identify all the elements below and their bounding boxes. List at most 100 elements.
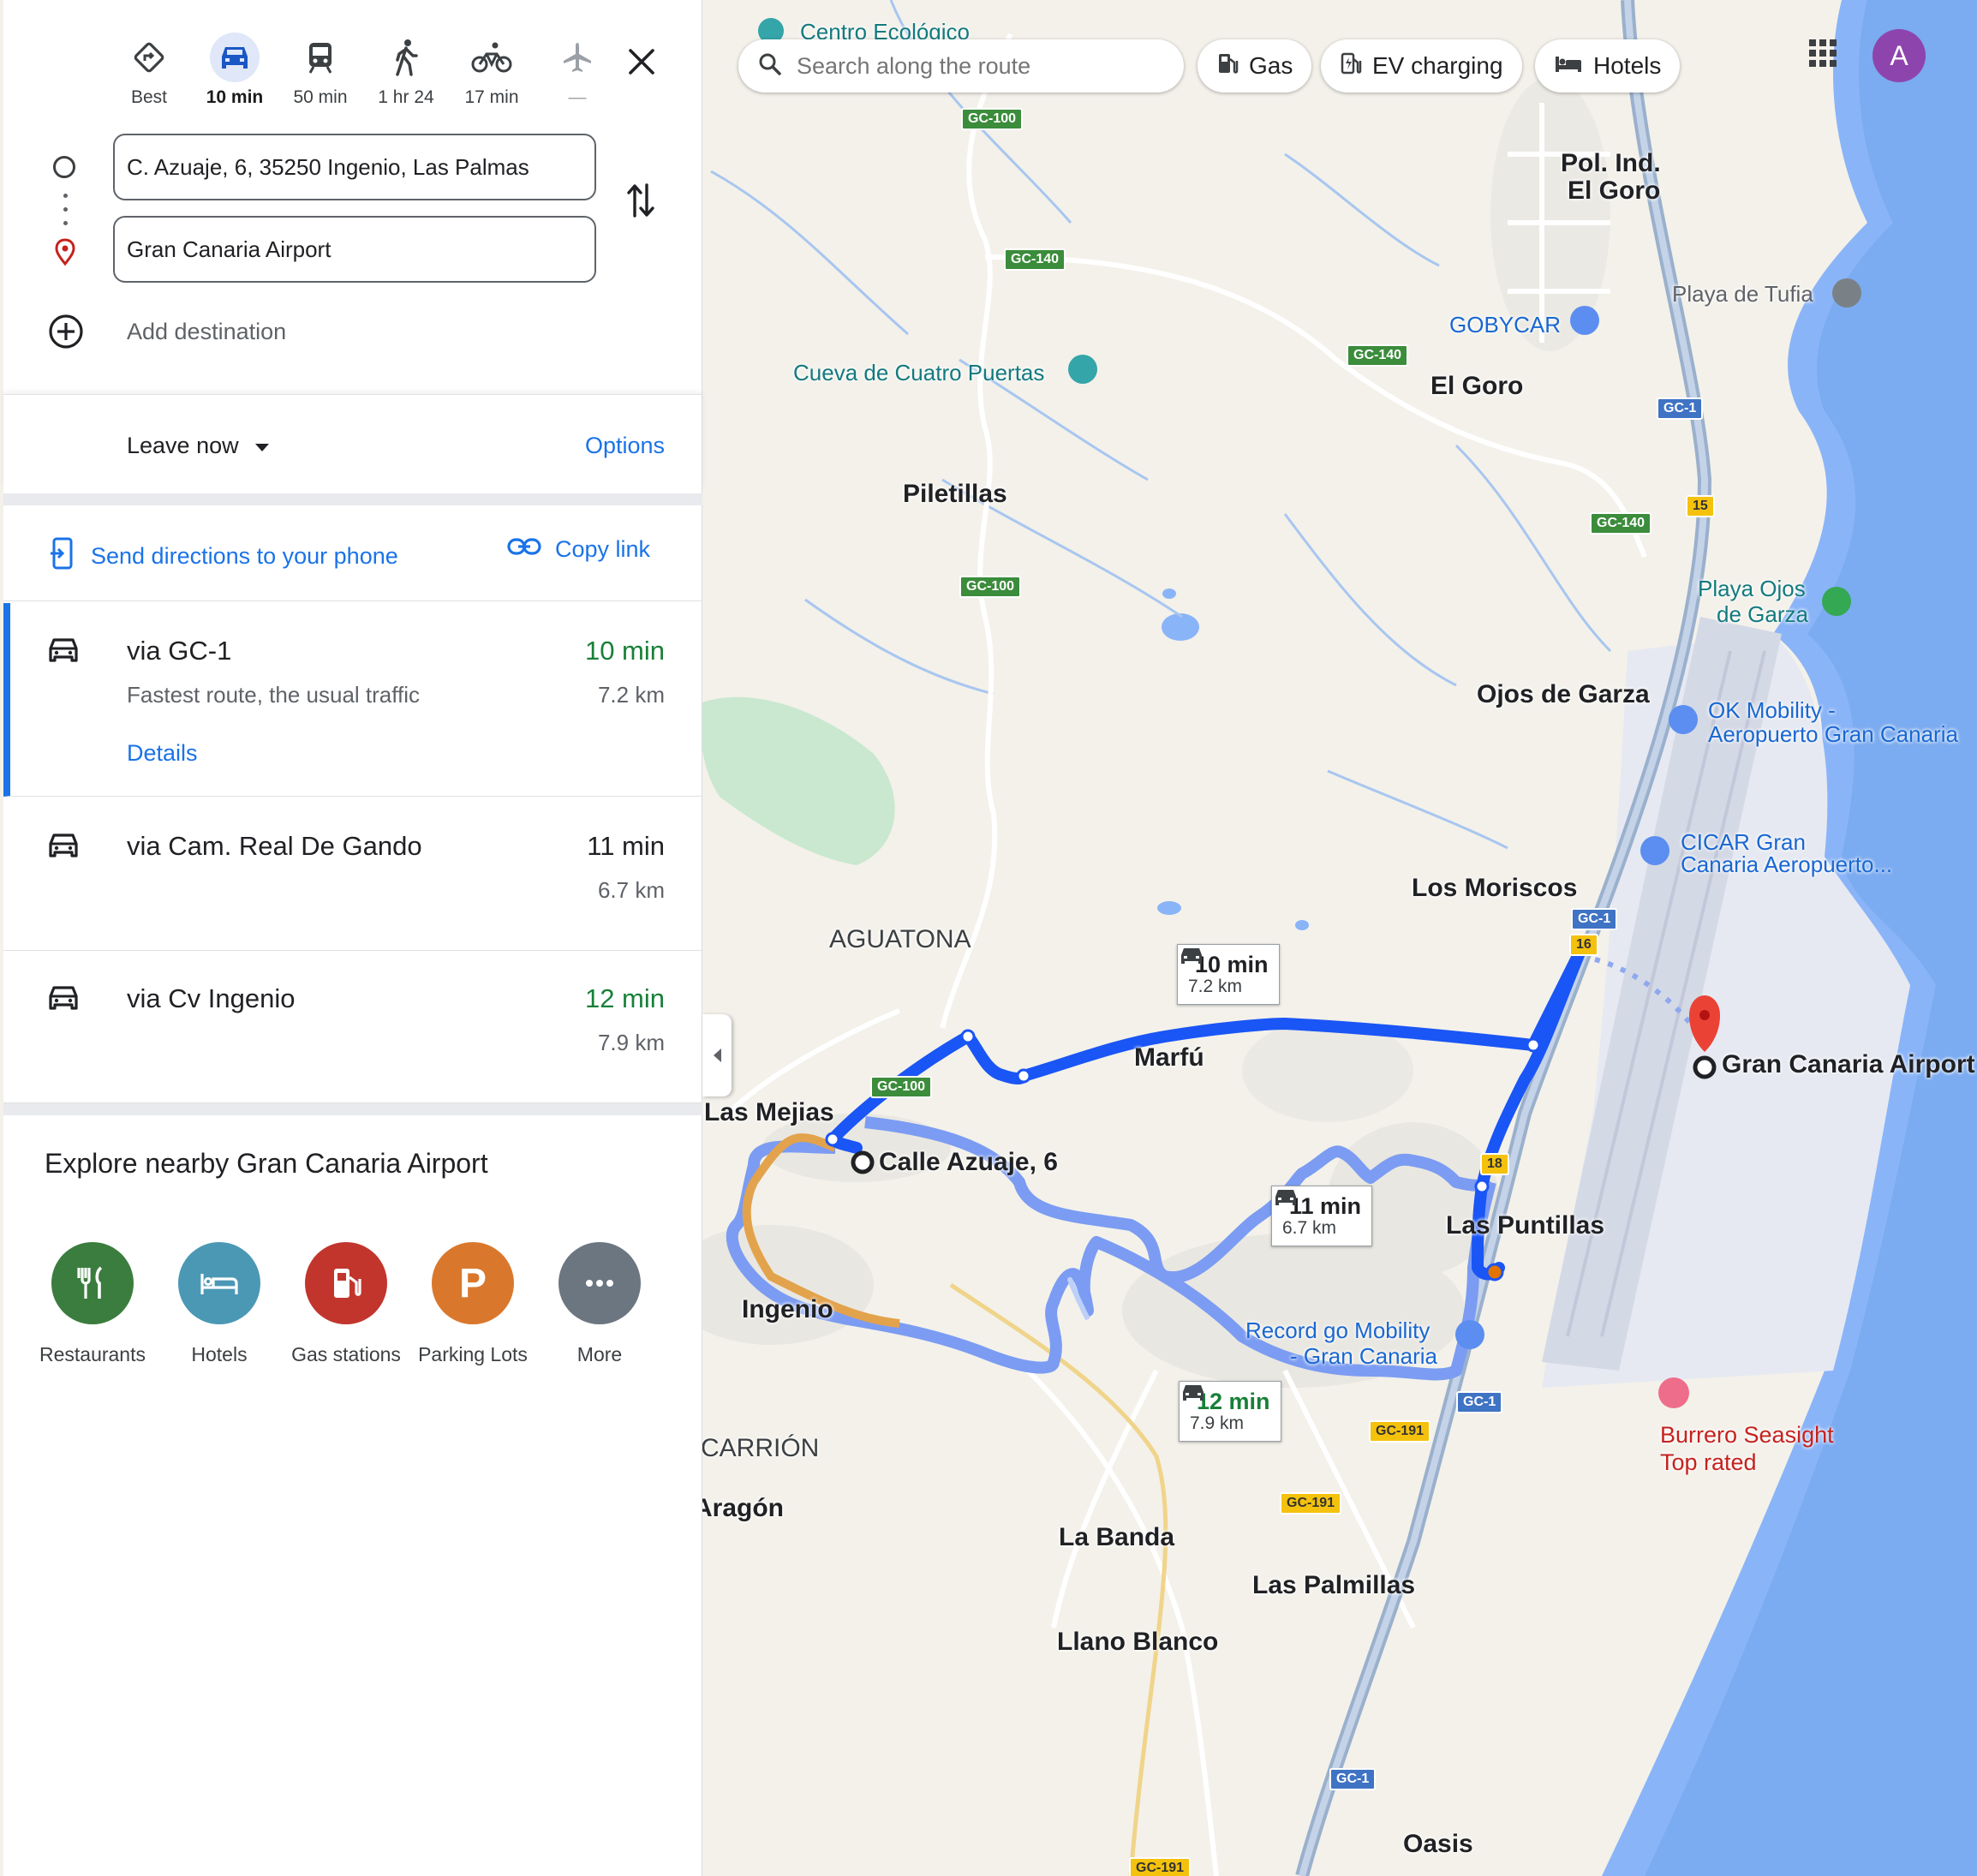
map-label-oasis[interactable]: Oasis: [1403, 1830, 1473, 1859]
map-label-las-palmillas[interactable]: Las Palmillas: [1252, 1571, 1415, 1600]
route-callout-11min[interactable]: 11 min 6.7 km: [1271, 1186, 1373, 1246]
map-label-gobycar[interactable]: GOBYCAR: [1449, 312, 1561, 338]
leave-now-dropdown[interactable]: Leave now: [127, 433, 270, 459]
destination-input[interactable]: [113, 216, 596, 283]
origin-circle-icon: [53, 156, 75, 178]
category-more[interactable]: More: [536, 1242, 663, 1366]
send-to-phone-label: Send directions to your phone: [91, 543, 398, 569]
map-label-record-go-2[interactable]: - Gran Canaria: [1290, 1343, 1437, 1370]
map-label-gran-canaria-airport[interactable]: Gran Canaria Airport: [1722, 1050, 1975, 1079]
road-shield: GC-100: [870, 1076, 933, 1098]
callout-distance: 6.7 km: [1282, 1218, 1337, 1238]
account-avatar[interactable]: A: [1872, 29, 1926, 82]
route-callout-12min[interactable]: 12 min 7.9 km: [1179, 1381, 1281, 1442]
mode-cycling[interactable]: 17 min: [449, 33, 535, 114]
swap-locations-button[interactable]: [625, 182, 656, 224]
route-callout-10min[interactable]: 10 min 7.2 km: [1177, 944, 1280, 1005]
fork-knife-icon: [51, 1242, 134, 1324]
mode-label: —: [568, 87, 587, 107]
route-dot: [63, 207, 68, 212]
map-label-calle-azuaje[interactable]: Calle Azuaje, 6: [879, 1148, 1058, 1177]
bicycle-icon: [471, 42, 512, 73]
road-shield: 15: [1686, 495, 1715, 517]
poi-gobycar-icon: [1570, 306, 1599, 335]
apps-grid-button[interactable]: [1806, 36, 1840, 75]
mode-flights[interactable]: —: [535, 33, 620, 114]
map-label-top-rated[interactable]: Top rated: [1660, 1449, 1757, 1476]
leave-now-label: Leave now: [127, 433, 239, 458]
add-destination-button[interactable]: Add destination: [127, 319, 286, 345]
map-label-llano-blanco[interactable]: Llano Blanco: [1057, 1628, 1218, 1657]
map-label-los-moriscos[interactable]: Los Moriscos: [1412, 874, 1577, 903]
map-label-cicar-2[interactable]: Canaria Aeropuerto...: [1681, 851, 1892, 878]
road-shield: 16: [1569, 934, 1598, 956]
chip-gas[interactable]: Gas: [1198, 39, 1312, 93]
map-label-ojos-de-garza[interactable]: Ojos de Garza: [1477, 680, 1650, 709]
chevron-left-icon: [714, 1049, 721, 1062]
mode-label: Best: [130, 87, 168, 107]
chip-hotels[interactable]: Hotels: [1535, 39, 1681, 93]
close-directions-button[interactable]: [616, 36, 667, 87]
destination-pin-icon: [53, 238, 77, 270]
map-label-cueva-de-cuatro-puertas[interactable]: Cueva de Cuatro Puertas: [793, 360, 1044, 386]
collapse-panel-button[interactable]: [702, 1014, 732, 1096]
map-label-pol-ind-el-goro-2[interactable]: El Goro: [1568, 176, 1660, 206]
route-option-gc1[interactable]: via GC-1 Fastest route, the usual traffi…: [3, 603, 702, 797]
map-label-playa-ojos-de-garza-2[interactable]: de Garza: [1717, 601, 1808, 628]
map-label-la-banda[interactable]: La Banda: [1059, 1523, 1174, 1552]
road-shield: GC-140: [1004, 248, 1066, 271]
walking-icon: [396, 39, 418, 76]
route-search-input[interactable]: [797, 52, 1156, 80]
apps-grid-icon: [1809, 39, 1837, 67]
copy-link-button[interactable]: Copy link: [507, 536, 650, 563]
route-option-cv-ingenio[interactable]: via Cv Ingenio 12 min 7.9 km: [3, 951, 702, 1103]
route-distance: 7.9 km: [597, 1030, 665, 1055]
map-label-las-puntillas[interactable]: Las Puntillas: [1446, 1211, 1604, 1240]
poi-cueva-icon: [1068, 355, 1097, 384]
map-label-ingenio[interactable]: Ingenio: [742, 1295, 833, 1324]
route-dot: [63, 194, 68, 198]
mode-walking[interactable]: 1 hr 24: [363, 33, 449, 114]
map-label-burrero-seasight[interactable]: Burrero Seasight: [1660, 1422, 1834, 1449]
poi-okmobility-icon: [1669, 705, 1698, 734]
route-search-box[interactable]: [738, 39, 1184, 93]
map-label-aguatona[interactable]: AGUATONA: [829, 925, 971, 954]
category-parking-lots[interactable]: P Parking Lots: [409, 1242, 536, 1366]
mode-driving[interactable]: 10 min: [192, 33, 278, 114]
gas-pump-icon: [305, 1242, 387, 1324]
category-hotels[interactable]: Hotels: [156, 1242, 283, 1366]
map-label-el-goro[interactable]: El Goro: [1430, 372, 1523, 401]
route-details-link[interactable]: Details: [127, 740, 198, 767]
origin-input[interactable]: [113, 134, 596, 200]
map-label-record-go[interactable]: Record go Mobility: [1245, 1317, 1430, 1344]
options-button[interactable]: Options: [585, 433, 665, 459]
send-to-phone-button[interactable]: Send directions to your phone: [50, 536, 398, 577]
departure-options-row: Leave now Options: [3, 394, 702, 488]
category-restaurants[interactable]: Restaurants: [29, 1242, 156, 1366]
car-icon: [46, 636, 81, 669]
road-shield: GC-1: [1571, 908, 1618, 930]
mode-label: 17 min: [464, 87, 519, 107]
map-label-aragon[interactable]: Aragón: [694, 1494, 784, 1523]
route-dot: [63, 221, 68, 225]
map-label-las-mejias[interactable]: Las Mejias: [704, 1098, 834, 1127]
map-label-playa-de-tufia[interactable]: Playa de Tufia: [1672, 281, 1813, 308]
caret-down-icon: [254, 433, 270, 459]
callout-time: 11 min: [1289, 1193, 1362, 1219]
map-label-marfu[interactable]: Marfú: [1134, 1043, 1204, 1072]
category-gas-stations[interactable]: Gas stations: [283, 1242, 409, 1366]
map-label-ok-mobility-2[interactable]: Aeropuerto Gran Canaria: [1708, 721, 1958, 748]
map-label-playa-ojos-de-garza[interactable]: Playa Ojos: [1698, 576, 1806, 602]
map-label-pol-ind-el-goro[interactable]: Pol. Ind.: [1561, 149, 1661, 178]
map-label-piletillas[interactable]: Piletillas: [903, 480, 1007, 509]
map-label-ok-mobility[interactable]: OK Mobility -: [1708, 697, 1836, 724]
callout-distance: 7.9 km: [1190, 1413, 1245, 1433]
chip-ev-charging[interactable]: EV charging: [1321, 39, 1522, 93]
route-option-cam-real[interactable]: via Cam. Real De Gando 11 min 6.7 km: [3, 798, 702, 951]
mode-best[interactable]: Best: [106, 33, 192, 114]
road-shield: 18: [1480, 1153, 1509, 1175]
route-time: 10 min: [584, 636, 665, 666]
mode-transit[interactable]: 50 min: [278, 33, 363, 114]
add-circle-icon[interactable]: [48, 314, 84, 354]
map-label-carrion[interactable]: CARRIÓN: [701, 1434, 819, 1463]
